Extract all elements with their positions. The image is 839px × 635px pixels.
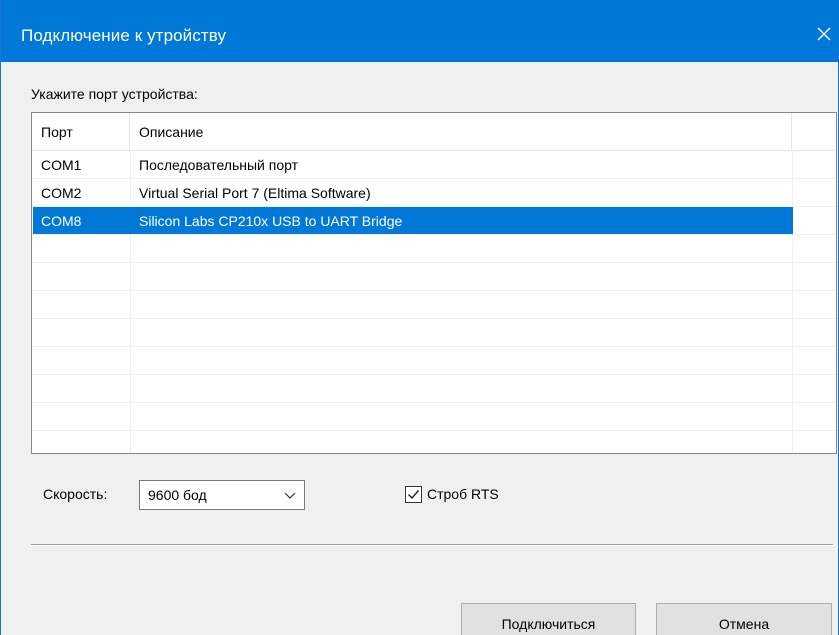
empty-row [32, 347, 836, 375]
chevron-down-icon [284, 492, 296, 499]
description-cell: Virtual Serial Port 7 (Eltima Software) [139, 185, 371, 201]
empty-row [32, 319, 836, 347]
connect-dialog: Подключение к утройству Укажите порт уст… [0, 0, 839, 635]
description-cell: Последовательный порт [139, 157, 299, 173]
separator [31, 544, 833, 546]
cancel-button-label: Отмена [718, 616, 770, 632]
speed-selected-value: 9600 бод [148, 487, 207, 503]
column-header-filler [792, 113, 836, 151]
rts-checkbox-box[interactable] [405, 486, 422, 503]
speed-label: Скорость: [43, 486, 108, 502]
table-row[interactable]: COM2 Virtual Serial Port 7 (Eltima Softwa… [32, 179, 836, 207]
empty-row [32, 375, 836, 403]
empty-row [32, 403, 836, 431]
close-button[interactable] [810, 18, 839, 52]
rts-checkbox-label: Строб RTS [427, 486, 499, 502]
speed-select[interactable]: 9600 бод [139, 480, 305, 510]
title-bar[interactable]: Подключение к утройству [1, 0, 839, 62]
empty-row [32, 263, 836, 291]
checkmark-icon [408, 490, 420, 500]
port-cell: COM1 [41, 157, 82, 173]
table-row[interactable]: COM1 Последовательный порт [32, 151, 836, 179]
connect-button[interactable]: Подключиться [461, 603, 636, 635]
port-cell: COM8 [41, 213, 82, 229]
port-prompt-label: Укажите порт устройства: [31, 86, 198, 102]
list-header: Порт Описание [32, 113, 836, 151]
empty-row [32, 291, 836, 319]
table-row[interactable]: COM8 Silicon Labs CP210x USB to UART Brid… [32, 207, 836, 235]
description-cell: Silicon Labs CP210x USB to UART Bridge [139, 213, 403, 229]
column-header-port[interactable]: Порт [32, 113, 130, 151]
ports-list[interactable]: Порт Описание COM1 Последовательный порт C… [31, 112, 837, 454]
cancel-button[interactable]: Отмена [656, 603, 832, 635]
close-icon [817, 27, 831, 41]
connect-button-label: Подключиться [501, 616, 596, 632]
list-rows: COM1 Последовательный порт COM2 Virtual Ser… [32, 151, 836, 453]
port-cell: COM2 [41, 185, 82, 201]
window-title: Подключение к утройству [21, 26, 227, 45]
empty-row [32, 431, 836, 453]
column-header-description[interactable]: Описание [130, 113, 792, 151]
empty-row [32, 235, 836, 263]
